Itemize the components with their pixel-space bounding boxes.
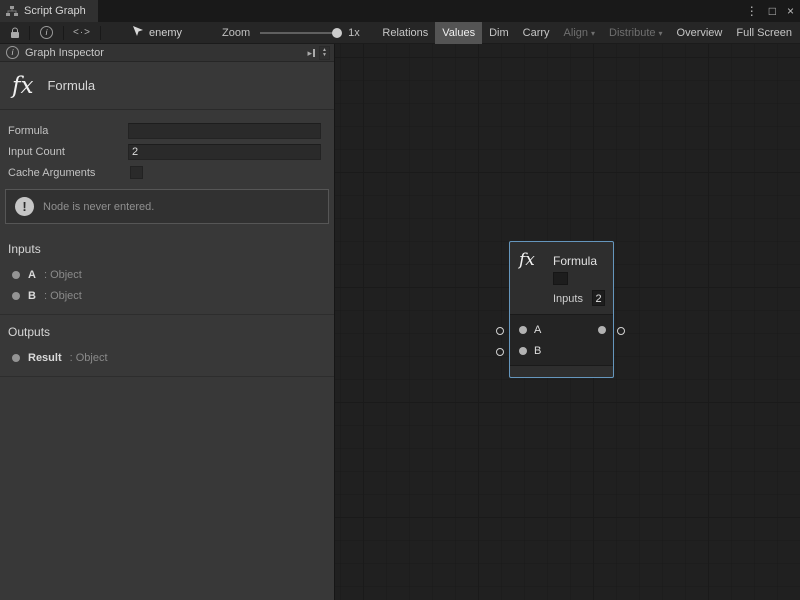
warning-icon: ! <box>15 197 34 216</box>
align-button-label: Align <box>564 27 588 39</box>
toolbar-separator <box>29 26 30 40</box>
node-port-b-label: B <box>534 345 541 357</box>
zoom-label: Zoom <box>222 27 250 39</box>
node-input-count-field[interactable]: 2 <box>592 290 605 306</box>
output-result-name: Result <box>28 352 62 364</box>
window-controls: ⋮ □ × <box>746 0 794 22</box>
graph-target-selector[interactable]: enemy <box>132 25 182 40</box>
script-graph-icon <box>6 6 18 17</box>
dim-button[interactable]: Dim <box>482 22 516 44</box>
input-port-a-row: A : Object <box>0 264 334 285</box>
dock-bar <box>313 49 315 57</box>
input-count-input[interactable] <box>128 144 321 160</box>
dock-panel-icon[interactable]: ▸ <box>308 48 316 59</box>
unit-title-block: fx Formula <box>0 62 334 110</box>
distribute-button-label: Distribute <box>609 27 655 39</box>
dropdown-arrow-icon: ▾ <box>659 29 663 38</box>
cache-arguments-checkbox[interactable] <box>130 166 143 179</box>
toolbar-separator <box>63 26 64 40</box>
output-port-result-icon[interactable] <box>598 326 606 334</box>
graph-toolbar: i <·> enemy Zoom 1x Relations Values Dim… <box>0 22 800 44</box>
toolbar-buttons: Relations Values Dim Carry Align ▾ Distr… <box>375 22 799 44</box>
formula-node[interactable]: fx Formula Inputs 2 A B <box>509 241 614 378</box>
dropdown-arrow-icon: ▾ <box>591 29 595 38</box>
inputs-section: Inputs A : Object B : Object <box>0 232 334 315</box>
port-ring-b-icon[interactable] <box>496 348 504 356</box>
zoom-slider-knob[interactable] <box>332 28 342 38</box>
close-icon[interactable]: × <box>787 0 794 22</box>
input-port-a-icon[interactable] <box>519 326 527 334</box>
port-dot-icon <box>12 292 20 300</box>
input-b-name: B <box>28 290 36 302</box>
tab-label: Script Graph <box>24 5 86 17</box>
graph-inspector-panel: i Graph Inspector ▸ ▲ ▼ fx Formula Formu… <box>0 44 335 600</box>
input-b-type: : Object <box>44 290 82 302</box>
formula-input[interactable] <box>128 123 321 139</box>
fx-icon: fx <box>519 250 535 270</box>
toolbar-separator <box>100 26 101 40</box>
port-dot-icon <box>12 354 20 362</box>
relations-button[interactable]: Relations <box>375 22 435 44</box>
node-title: Formula <box>553 254 597 268</box>
tab-bar: Script Graph ⋮ □ × <box>0 0 800 22</box>
node-formula-input[interactable] <box>553 272 568 285</box>
scroll-down-icon: ▼ <box>322 53 327 58</box>
node-port-row-b[interactable]: B <box>510 342 613 360</box>
unity-script-graph-window: Script Graph ⋮ □ × i <·> enemy <box>0 0 800 600</box>
input-port-b-row: B : Object <box>0 285 334 306</box>
output-result-type: : Object <box>70 352 108 364</box>
values-button[interactable]: Values <box>435 22 482 44</box>
warning-box: ! Node is never entered. <box>5 189 329 224</box>
cache-arguments-field-row: Cache Arguments <box>8 162 321 183</box>
dock-arrow: ▸ <box>308 48 313 59</box>
fx-icon: fx <box>12 73 33 99</box>
output-port-result-row: Result : Object <box>0 347 334 368</box>
inputs-section-title: Inputs <box>0 240 334 264</box>
port-dot-icon <box>12 271 20 279</box>
zoom-slider-track <box>260 32 340 34</box>
formula-field-row: Formula <box>8 120 321 141</box>
overview-button[interactable]: Overview <box>670 22 730 44</box>
node-inputs-label: Inputs <box>553 293 583 305</box>
inspector-header-title: Graph Inspector <box>25 47 104 59</box>
zoom-value: 1x <box>348 27 360 39</box>
align-button[interactable]: Align ▾ <box>557 22 602 44</box>
zoom-slider[interactable] <box>260 22 342 44</box>
port-ring-result-icon[interactable] <box>617 327 625 335</box>
pointer-icon <box>132 25 144 40</box>
inspector-header: i Graph Inspector ▸ ▲ ▼ <box>0 44 334 62</box>
input-port-b-icon[interactable] <box>519 347 527 355</box>
lock-icon[interactable] <box>6 22 24 44</box>
input-count-field-row: Input Count <box>8 141 321 162</box>
distribute-button[interactable]: Distribute ▾ <box>602 22 669 44</box>
node-port-a-label: A <box>534 324 541 336</box>
warning-text: Node is never entered. <box>43 201 154 213</box>
unit-title: Formula <box>47 78 95 93</box>
tab-script-graph[interactable]: Script Graph <box>0 0 98 22</box>
node-ports: A B <box>510 314 613 366</box>
input-a-type: : Object <box>44 269 82 281</box>
outputs-section-title: Outputs <box>0 323 334 347</box>
info-icon: i <box>6 46 19 59</box>
cache-arguments-field-label: Cache Arguments <box>8 167 128 179</box>
input-count-field-label: Input Count <box>8 146 128 158</box>
formula-field-label: Formula <box>8 125 128 137</box>
outputs-section: Outputs Result : Object <box>0 315 334 377</box>
window-menu-icon[interactable]: ⋮ <box>746 0 758 22</box>
graph-canvas[interactable]: fx Formula Inputs 2 A B <box>335 44 800 600</box>
inspector-header-icons: ▸ ▲ ▼ <box>308 46 330 60</box>
carry-button[interactable]: Carry <box>516 22 557 44</box>
inspector-fields: Formula Input Count Cache Arguments <box>0 110 334 189</box>
panel-scroll-icon[interactable]: ▲ ▼ <box>319 46 330 60</box>
fullscreen-button[interactable]: Full Screen <box>729 22 799 44</box>
port-ring-a-icon[interactable] <box>496 327 504 335</box>
input-a-name: A <box>28 269 36 281</box>
graph-target-label: enemy <box>149 27 182 39</box>
info-toggle-icon[interactable]: i <box>40 26 53 39</box>
code-preview-icon[interactable]: <·> <box>69 22 95 44</box>
maximize-icon[interactable]: □ <box>769 0 776 22</box>
